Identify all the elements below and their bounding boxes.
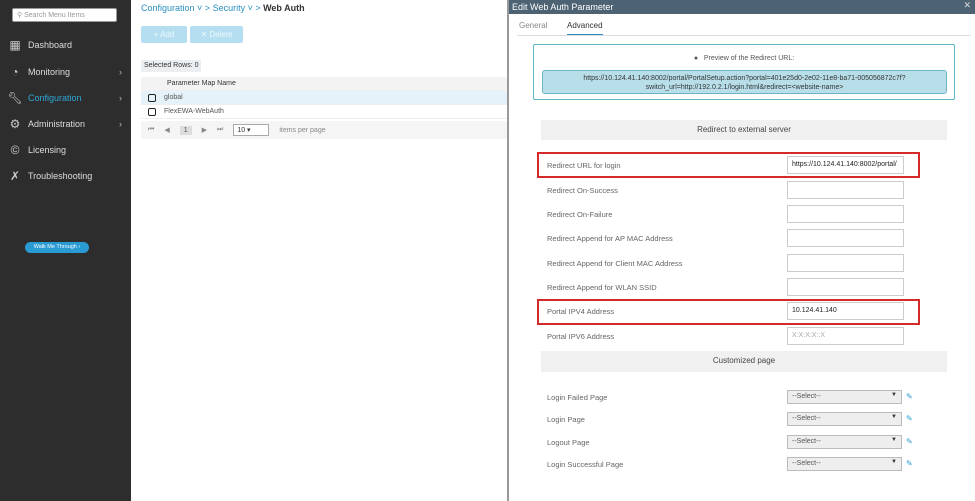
field-label: Redirect On-Failure xyxy=(547,210,613,219)
field-label: Redirect URL for login xyxy=(547,161,621,170)
gear-icon: ⚙ xyxy=(9,117,21,131)
breadcrumb-current: Web Auth xyxy=(263,3,305,13)
field-label: Redirect Append for WLAN SSID xyxy=(547,283,657,292)
preview-url: https://10.124.41.140:8002/portal/Portal… xyxy=(542,70,947,94)
field-label: Login Successful Page xyxy=(547,460,624,469)
field-label: Logout Page xyxy=(547,438,590,447)
chevron-right-icon: › xyxy=(119,93,122,103)
field-label: Portal IPV4 Address xyxy=(547,307,615,316)
edit-icon[interactable]: ✎ xyxy=(906,414,913,423)
login-successful-page-select[interactable]: --Select-- ▼ xyxy=(787,457,902,471)
row-checkbox[interactable] xyxy=(148,107,156,116)
breadcrumb-configuration[interactable]: Configuration xyxy=(141,3,195,13)
append-wlan-ssid-input[interactable] xyxy=(787,278,904,296)
select-value: --Select-- xyxy=(792,415,821,422)
table-header: Parameter Map Name xyxy=(141,77,507,91)
first-page-icon[interactable]: ⏮ xyxy=(148,126,154,134)
section-customized-page: Customized page xyxy=(541,351,947,372)
add-button[interactable]: + Add xyxy=(141,26,187,43)
preview-label: Preview of the Redirect URL: xyxy=(703,55,795,62)
dropdown-arrow-icon: ▼ xyxy=(891,459,897,465)
breadcrumb-security[interactable]: Security xyxy=(213,3,246,13)
delete-button[interactable]: ✕ Delete xyxy=(190,26,243,43)
nav-administration[interactable]: ⚙ Administration › xyxy=(8,116,128,132)
login-failed-page-select[interactable]: --Select-- ▼ xyxy=(787,390,902,404)
dropdown-arrow-icon: ▼ xyxy=(891,414,897,420)
edit-icon[interactable]: ✎ xyxy=(906,437,913,446)
sidebar: ⚲ Search Menu Items ▦ Dashboard ◔ Monitori… xyxy=(0,0,131,501)
tab-advanced[interactable]: Advanced xyxy=(567,21,603,36)
field-label: Login Failed Page xyxy=(547,393,608,402)
modal-title: Edit Web Auth Parameter xyxy=(509,0,975,14)
redirect-url-login-input[interactable]: https://10.124.41.140:8002/portal/ xyxy=(787,156,904,174)
per-page-select[interactable]: 10 ▾ xyxy=(233,124,270,136)
field-label: Login Page xyxy=(547,415,585,424)
per-page-label: items per page xyxy=(279,126,326,134)
preview-url-line: https://10.124.41.140:8002/portal/Portal… xyxy=(583,75,906,82)
nav-dashboard[interactable]: ▦ Dashboard xyxy=(8,37,128,53)
selected-rows-badge: Selected Rows: 0 xyxy=(141,60,201,72)
next-page-icon[interactable]: ▶ xyxy=(202,126,207,134)
append-ap-mac-input[interactable] xyxy=(787,229,904,247)
dropdown-arrow-icon: ▼ xyxy=(891,437,897,443)
breadcrumb: Configuration ˅ > Security ˅ > Web Auth xyxy=(141,3,305,13)
parameter-map-table: Parameter Map Name global FlexEWA-WebAut… xyxy=(141,77,507,119)
edit-icon[interactable]: ✎ xyxy=(906,392,913,401)
dropdown-arrow-icon: ▼ xyxy=(891,392,897,398)
info-icon: ● xyxy=(693,55,699,62)
append-client-mac-input[interactable] xyxy=(787,254,904,272)
select-value: --Select-- xyxy=(792,393,821,400)
wrench-icon: 🔧︎ xyxy=(7,91,23,105)
chevron-right-icon: › xyxy=(119,119,122,129)
preview-heading: ● Preview of the Redirect URL: xyxy=(534,55,954,62)
table-row[interactable]: FlexEWA-WebAuth xyxy=(141,105,507,119)
edit-web-auth-modal: Edit Web Auth Parameter ✕ General Advanc… xyxy=(507,0,975,501)
nav-licensing[interactable]: © Licensing xyxy=(8,142,128,158)
dashboard-icon: ▦ xyxy=(9,38,21,52)
redirect-on-success-input[interactable] xyxy=(787,181,904,199)
redirect-on-failure-input[interactable] xyxy=(787,205,904,223)
table-row[interactable]: global xyxy=(141,91,507,105)
portal-ipv6-input[interactable]: X:X:X:X::X xyxy=(787,327,904,345)
chevron-right-icon: › xyxy=(119,67,122,77)
field-label: Portal IPV6 Address xyxy=(547,332,615,341)
field-label: Redirect Append for Client MAC Address xyxy=(547,259,683,268)
search-menu-input[interactable]: ⚲ Search Menu Items xyxy=(12,8,117,22)
select-value: --Select-- xyxy=(792,460,821,467)
prev-page-icon[interactable]: ◀ xyxy=(164,126,169,134)
pager: ⏮ ◀ 1 ▶ ⏭ 10 ▾ items per page xyxy=(141,121,507,139)
tab-divider xyxy=(517,35,971,36)
tab-general[interactable]: General xyxy=(519,21,547,30)
field-label: Redirect Append for AP MAC Address xyxy=(547,234,673,243)
nav-troubleshooting[interactable]: ✗ Troubleshooting xyxy=(8,168,128,184)
nav-monitoring[interactable]: ◔ Monitoring › xyxy=(8,64,128,80)
select-value: --Select-- xyxy=(792,438,821,445)
logout-page-select[interactable]: --Select-- ▼ xyxy=(787,435,902,449)
redirect-preview-box: ● Preview of the Redirect URL: https://1… xyxy=(533,44,955,100)
edit-icon[interactable]: ✎ xyxy=(906,459,913,468)
nav-configuration[interactable]: 🔧︎ Configuration › xyxy=(7,90,128,106)
preview-url-line: switch_url=http://192.0.2.1/login.html&r… xyxy=(645,84,844,91)
walk-me-through-button[interactable]: Walk Me Through › xyxy=(25,242,89,253)
login-page-select[interactable]: --Select-- ▼ xyxy=(787,412,902,426)
last-page-icon[interactable]: ⏭ xyxy=(217,126,223,134)
page-number[interactable]: 1 xyxy=(179,125,192,135)
section-redirect-external: Redirect to external server xyxy=(541,120,947,140)
gauge-icon: ◔ xyxy=(11,65,19,79)
licensing-icon: © xyxy=(10,143,20,157)
close-icon[interactable]: ✕ xyxy=(963,0,971,11)
tools-icon: ✗ xyxy=(9,169,21,183)
portal-ipv4-input[interactable]: 10.124.41.140 xyxy=(787,302,904,320)
row-checkbox[interactable] xyxy=(148,93,156,102)
field-label: Redirect On-Success xyxy=(547,186,618,195)
